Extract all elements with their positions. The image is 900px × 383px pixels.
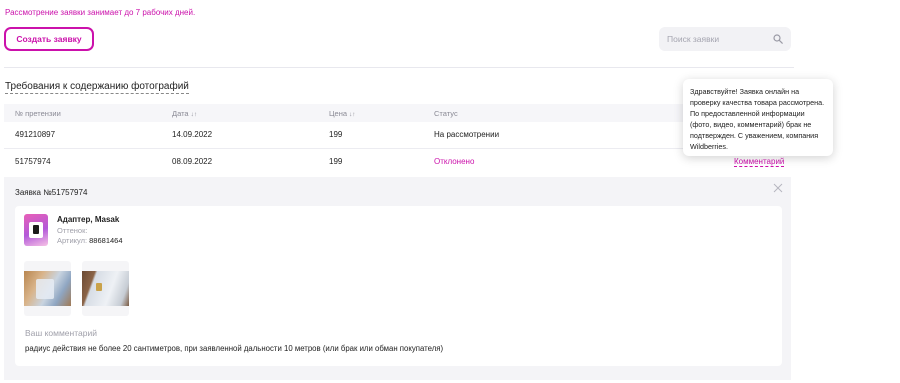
claim-detail-title: Заявка №51757974 [15, 188, 88, 197]
claim-detail-card: Адаптер, Masak Оттенок: Артикул: 8868146… [15, 206, 782, 366]
claim-no: 491210897 [15, 130, 56, 139]
header-status: Статус [434, 109, 458, 118]
header-date-sort[interactable]: Дата ↓↑ [172, 109, 197, 118]
article-value: 88681464 [89, 236, 123, 245]
claim-photo[interactable] [82, 261, 129, 316]
article-label: Артикул: [57, 236, 88, 245]
photo-requirements-link[interactable]: Требования к содержанию фотографий [5, 80, 189, 94]
table-row: 491210897 14.09.2022 199 На рассмотрении [4, 122, 794, 148]
review-time-notice: Рассмотрение заявки занимает до 7 рабочи… [5, 8, 196, 17]
create-claim-button[interactable]: Создать заявку [4, 27, 94, 51]
header-claim-no: № претензии [15, 109, 61, 118]
claim-status: На рассмотрении [434, 130, 500, 139]
claim-status: Отклонено [434, 157, 475, 166]
claim-price: 199 [329, 130, 343, 139]
claim-photo[interactable] [24, 261, 71, 316]
comment-link[interactable]: Комментарий [734, 157, 785, 167]
comment-label: Ваш комментарий [25, 328, 97, 338]
product-article: Артикул: 88681464 [57, 236, 123, 245]
table-row: 51757974 08.09.2022 199 Отклонено Коммен… [4, 149, 794, 175]
comment-tooltip: Здравствуйте! Заявка онлайн на проверку … [683, 79, 833, 156]
claim-search[interactable] [659, 27, 791, 51]
product-name: Адаптер, Masak [57, 215, 120, 224]
search-input[interactable] [667, 34, 773, 44]
header-price: Цена [329, 109, 348, 118]
search-icon[interactable] [773, 34, 783, 44]
claim-date: 14.09.2022 [172, 130, 213, 139]
claim-date: 08.09.2022 [172, 157, 213, 166]
table-header: № претензии Дата ↓↑ Цена ↓↑ Статус [4, 104, 794, 122]
close-icon[interactable] [772, 182, 784, 194]
comment-text: радиус действия не более 20 сантиметров,… [25, 344, 444, 353]
sort-icon: ↓↑ [190, 111, 198, 118]
header-price-sort[interactable]: Цена ↓↑ [329, 109, 356, 118]
sort-icon: ↓↑ [349, 111, 356, 118]
claim-no: 51757974 [15, 157, 51, 166]
product-thumbnail [24, 214, 48, 246]
header-date: Дата [172, 109, 189, 118]
claim-detail-panel: Заявка №51757974 Адаптер, Masak Оттенок:… [4, 177, 791, 380]
product-shade: Оттенок: [57, 226, 88, 235]
header-divider [4, 67, 794, 68]
claim-price: 199 [329, 157, 343, 166]
